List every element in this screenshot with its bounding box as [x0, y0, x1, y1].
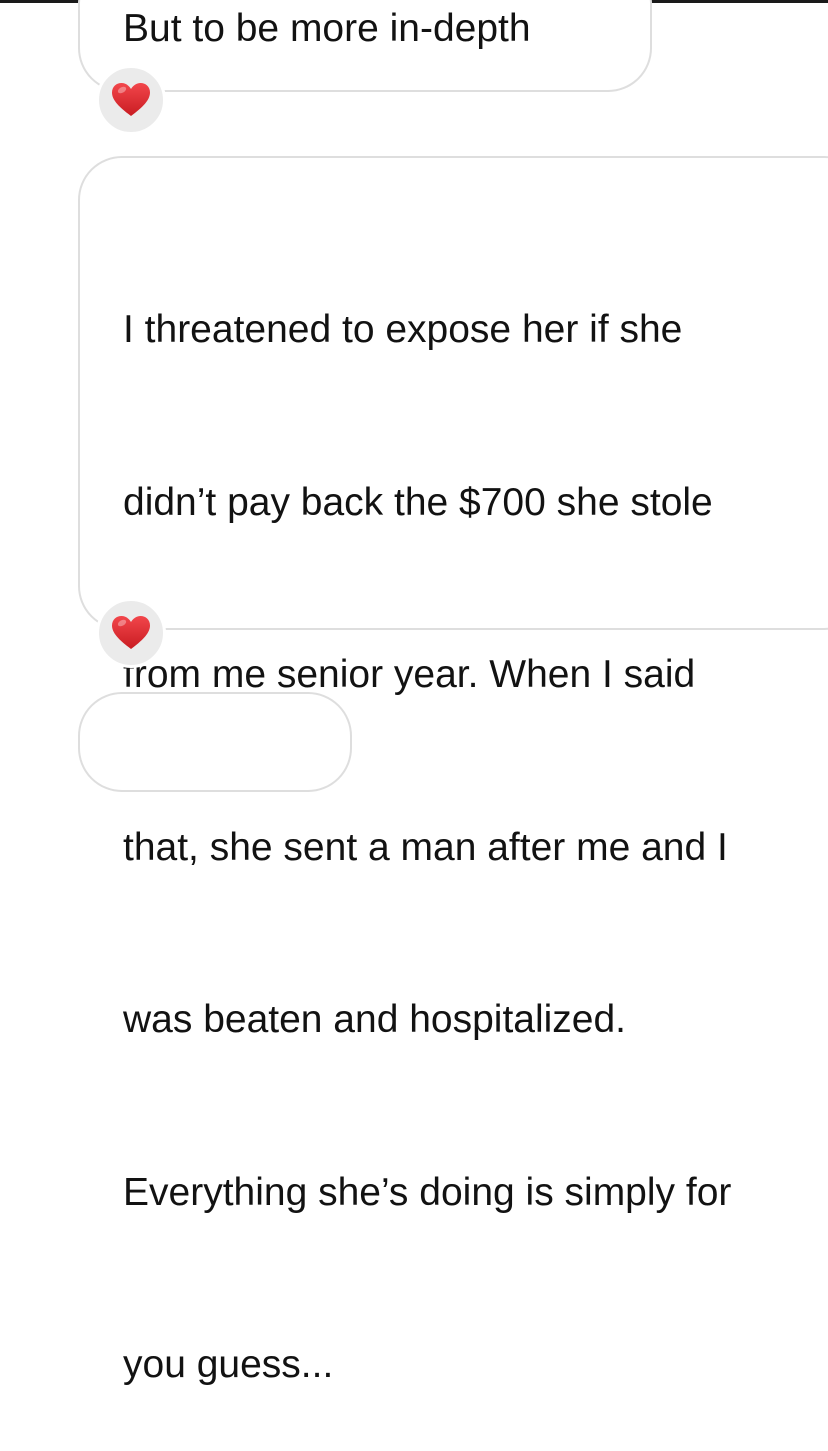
message-text: But to be more in-depth — [123, 7, 531, 50]
message-line: I threatened to expose her if she — [123, 308, 683, 351]
heart-icon — [111, 82, 151, 118]
reaction-badge[interactable] — [96, 598, 166, 668]
message-line: that, she sent a man after me and I — [123, 825, 728, 869]
message-text: I threatened to expose her if she didn’t… — [123, 186, 731, 1451]
message-line: didn’t pay back the $700 she stole — [123, 480, 713, 524]
message-bubble[interactable] — [78, 692, 352, 792]
message-line: was beaten and hospitalized. — [123, 998, 627, 1041]
message-line: you guess... — [123, 1343, 334, 1386]
message-line: Everything she’s doing is simply for — [123, 1170, 732, 1214]
heart-icon — [111, 615, 151, 651]
reaction-badge[interactable] — [96, 65, 166, 135]
